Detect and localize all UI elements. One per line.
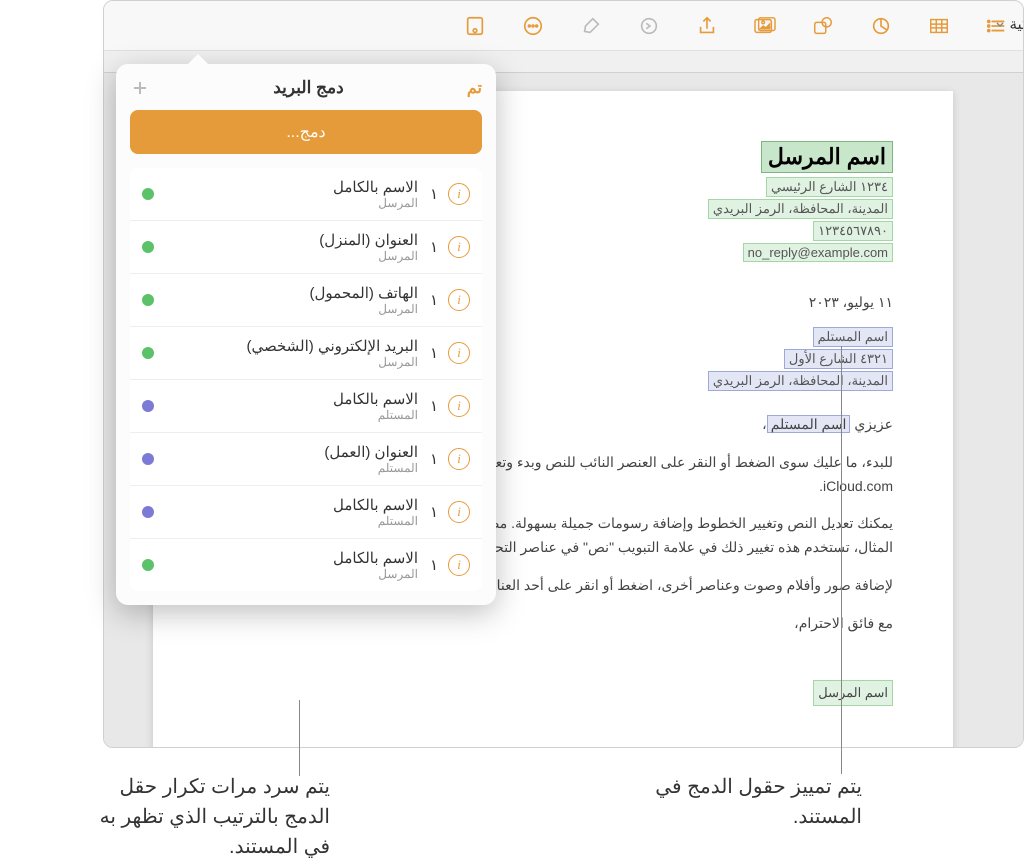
field-sublabel: المرسل [164,567,418,581]
merge-field-row[interactable]: الهاتف (المحمول) المرسل ١ i [130,274,482,327]
salutation-prefix: عزيزي [850,416,893,432]
merge-field-row[interactable]: الاسم بالكامل المستلم ١ i [130,380,482,433]
info-icon[interactable]: i [448,448,470,470]
field-label: الاسم بالكامل [164,496,418,514]
chevron-down-icon [994,18,1006,30]
share-icon[interactable] [695,14,719,38]
field-label: العنوان (المنزل) [164,231,418,249]
info-icon[interactable]: i [448,395,470,417]
field-text: الاسم بالكامل المرسل [164,549,418,581]
document-title[interactable]: لاسيكية [994,15,1024,33]
field-sublabel: المستلم [164,514,418,528]
doc-title-label: لاسيكية [1010,15,1024,33]
field-dot-icon [142,347,154,359]
field-dot-icon [142,294,154,306]
callout-line-1 [841,346,842,774]
merge-field-row[interactable]: الاسم بالكامل المرسل ١ i [130,168,482,221]
field-text: الاسم بالكامل المستلم [164,496,418,528]
redo-icon[interactable] [637,14,661,38]
field-sublabel: المرسل [164,355,418,369]
done-button[interactable]: تم [467,78,482,98]
info-icon[interactable]: i [448,342,470,364]
merge-field-recipient-name[interactable]: اسم المستلم [813,327,893,347]
field-sublabel: المستلم [164,461,418,475]
field-text: البريد الإلكتروني (الشخصي) المرسل [164,337,418,369]
field-label: الهاتف (المحمول) [164,284,418,302]
field-dot-icon [142,453,154,465]
field-dot-icon [142,506,154,518]
merge-field-sender-name[interactable]: اسم المرسل [761,141,893,173]
field-text: العنوان (العمل) المستلم [164,443,418,475]
field-count: ١ [428,503,438,521]
field-sublabel: المرسل [164,249,418,263]
field-text: الاسم بالكامل المرسل [164,178,418,210]
brush-icon[interactable] [579,14,603,38]
field-count: ١ [428,344,438,362]
field-label: العنوان (العمل) [164,443,418,461]
more-icon[interactable] [521,14,545,38]
callout-line-2 [299,700,300,776]
merge-field-row[interactable]: العنوان (المنزل) المرسل ١ i [130,221,482,274]
field-count: ١ [428,450,438,468]
merge-field-sender-addr1[interactable]: ١٢٣٤ الشارع الرئيسي [766,177,893,197]
view-icon[interactable] [463,14,487,38]
chart-icon[interactable] [869,14,893,38]
field-dot-icon [142,400,154,412]
closing-text: مع فائق الاحترام، [213,612,893,636]
info-icon[interactable]: i [448,554,470,576]
merge-field-sender-addr2[interactable]: المدينة، المحافظة، الرمز البريدي [708,199,893,219]
info-icon[interactable]: i [448,501,470,523]
field-dot-icon [142,559,154,571]
merge-field-row[interactable]: الاسم بالكامل المرسل ١ i [130,539,482,591]
field-label: الاسم بالكامل [164,390,418,408]
field-dot-icon [142,241,154,253]
field-label: الاسم بالكامل [164,549,418,567]
merge-field-signature[interactable]: اسم المرسل [813,680,893,706]
merge-field-row[interactable]: العنوان (العمل) المستلم ١ i [130,433,482,486]
field-dot-icon [142,188,154,200]
merge-field-recipient-addr2[interactable]: المدينة، المحافظة، الرمز البريدي [708,371,893,391]
merge-field-row[interactable]: الاسم بالكامل المستلم ١ i [130,486,482,539]
merge-field-row[interactable]: البريد الإلكتروني (الشخصي) المرسل ١ i [130,327,482,380]
field-count: ١ [428,238,438,256]
field-text: الاسم بالكامل المستلم [164,390,418,422]
field-count: ١ [428,185,438,203]
popover-header: دمج البريد تم [130,78,482,98]
merge-button[interactable]: دمج... [130,110,482,154]
merge-field-inline-recipient[interactable]: اسم المستلم [767,415,851,433]
table-icon[interactable] [927,14,951,38]
shapes-icon[interactable] [811,14,835,38]
merge-field-sender-phone[interactable]: ١٢٣٤٥٦٧٨٩٠ [813,221,893,241]
info-icon[interactable]: i [448,183,470,205]
media-icon[interactable] [753,14,777,38]
mail-merge-popover: دمج البريد تم دمج... الاسم بالكامل المرس… [116,64,496,605]
callout-2: يتم سرد مرات تكرار حقل الدمج بالترتيب ال… [90,772,330,862]
merge-field-sender-email[interactable]: no_reply@example.com [743,243,893,262]
field-count: ١ [428,291,438,309]
field-label: البريد الإلكتروني (الشخصي) [164,337,418,355]
field-sublabel: المرسل [164,196,418,210]
callout-1: يتم تمييز حقول الدمج في المستند. [602,772,862,832]
info-icon[interactable]: i [448,289,470,311]
field-sublabel: المستلم [164,408,418,422]
field-label: الاسم بالكامل [164,178,418,196]
merge-field-list: الاسم بالكامل المرسل ١ i العنوان (المنزل… [130,168,482,591]
add-field-button[interactable] [130,78,150,98]
field-sublabel: المرسل [164,302,418,316]
field-count: ١ [428,397,438,415]
merge-field-recipient-addr1[interactable]: ٤٣٢١ الشارع الأول [784,349,893,369]
field-text: الهاتف (المحمول) المرسل [164,284,418,316]
popover-title: دمج البريد [150,78,467,98]
toolbar [104,1,1023,51]
field-count: ١ [428,556,438,574]
field-text: العنوان (المنزل) المرسل [164,231,418,263]
info-icon[interactable]: i [448,236,470,258]
